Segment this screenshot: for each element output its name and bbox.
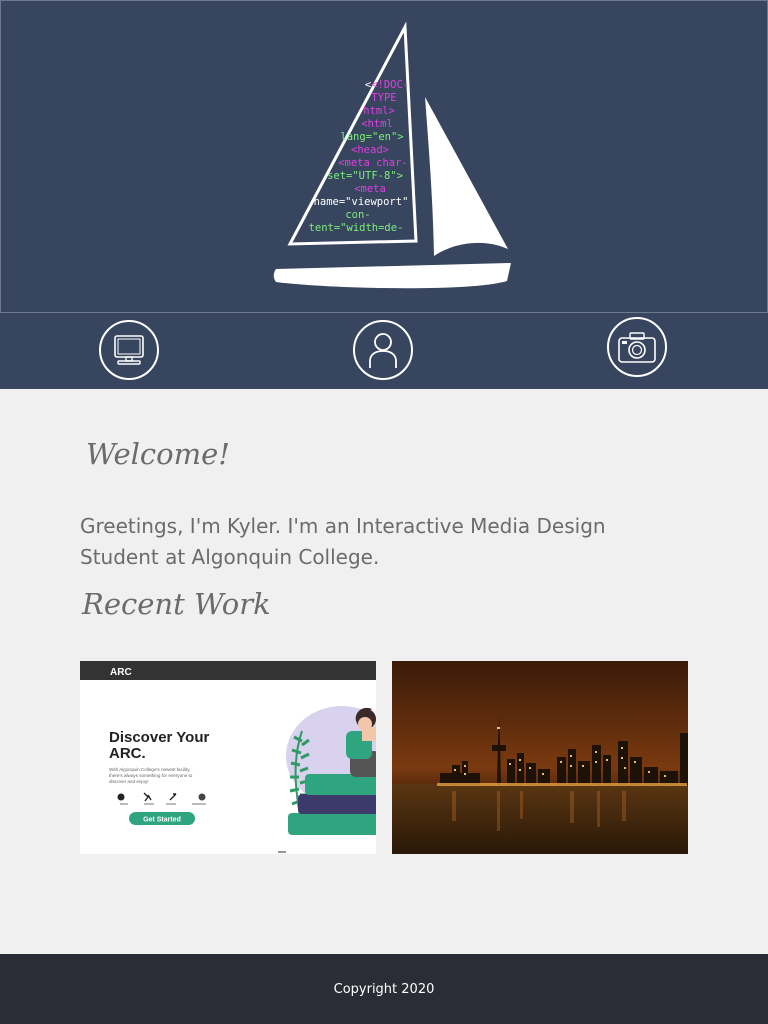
svg-text:there's always something for e: there's always something for everyone to — [109, 773, 193, 778]
camera-icon — [618, 332, 656, 363]
nav-button-computer[interactable] — [99, 320, 159, 380]
nav-button-camera[interactable] — [607, 317, 667, 377]
site-footer: Copyright 2020 — [0, 954, 768, 1024]
code-line: <<!DOC- — [365, 79, 409, 91]
code-line: name="viewport" — [314, 196, 409, 208]
svg-text:discover and enjoy!: discover and enjoy! — [109, 779, 149, 784]
main-content: Welcome! Greetings, I'm Kyler. I'm an In… — [0, 389, 768, 954]
svg-text:ARC.: ARC. — [109, 745, 146, 762]
hero-banner: <<!DOC- TYPE html> <html lang="en"> <hea… — [0, 0, 768, 313]
city-skyline-night-image — [392, 661, 688, 854]
svg-text:With Algonquin College's newes: With Algonquin College's newest facility… — [109, 767, 190, 772]
code-text: <<!DOC- TYPE html> <html lang="en"> <hea… — [309, 79, 410, 234]
svg-text:Discover Your: Discover Your — [109, 729, 209, 746]
code-line: TYPE — [371, 92, 396, 104]
copyright-text: Copyright 2020 — [333, 981, 435, 997]
boat-hull — [273, 263, 511, 289]
recent-work-heading: Recent Work — [82, 587, 271, 621]
computer-icon — [114, 335, 144, 365]
svg-text:ARC: ARC — [110, 667, 132, 678]
icon-nav-bar — [0, 313, 768, 389]
user-icon — [369, 333, 397, 368]
sailboat-code-logo: <<!DOC- TYPE html> <html lang="en"> <hea… — [273, 21, 511, 289]
code-line: <meta — [354, 183, 386, 195]
code-line: html> — [363, 105, 395, 117]
project-thumbnail-skyline[interactable] — [392, 661, 688, 854]
code-line: tent="width=de- — [309, 222, 404, 234]
code-line: lang="en"> — [340, 131, 403, 143]
jib-sail — [425, 97, 508, 256]
code-line: set="UTF-8"> — [327, 170, 403, 182]
code-line: <html — [361, 118, 393, 130]
code-line: con- — [345, 209, 370, 221]
welcome-heading: Welcome! — [86, 437, 230, 471]
code-line: <meta char- — [338, 157, 408, 169]
svg-text:Get Started: Get Started — [143, 817, 181, 824]
project-thumbnail-arc[interactable]: ARC Discover Your ARC. With Algonquin Co… — [80, 661, 376, 854]
arc-site-screenshot: ARC Discover Your ARC. With Algonquin Co… — [80, 661, 376, 853]
code-line: <head> — [351, 144, 389, 156]
intro-paragraph: Greetings, I'm Kyler. I'm an Interactive… — [80, 514, 606, 569]
nav-button-user[interactable] — [353, 320, 413, 380]
